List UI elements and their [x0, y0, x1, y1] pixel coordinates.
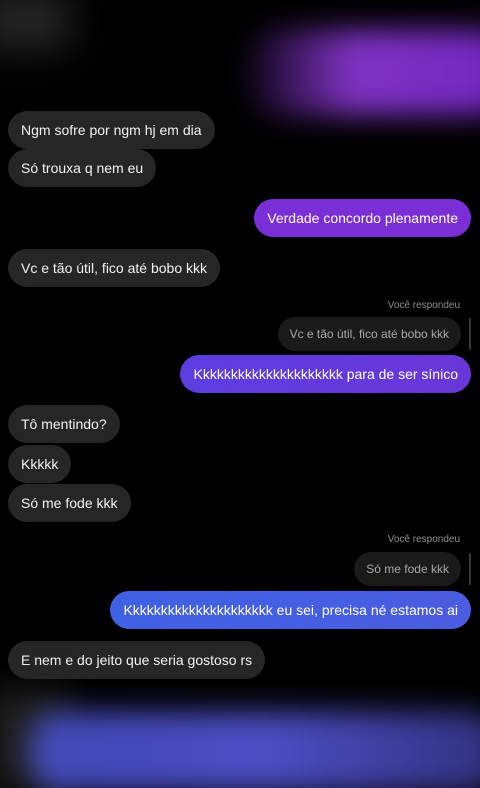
- message-incoming[interactable]: Tô mentindo?: [8, 405, 120, 443]
- message-outgoing[interactable]: Verdade concordo plenamente: [254, 199, 471, 237]
- reply-indicator: Você respondeu: [387, 534, 460, 545]
- blurred-region-top: [250, 30, 480, 115]
- reply-indicator: Você respondeu: [387, 300, 460, 311]
- quoted-message[interactable]: Só me fode kkk: [354, 552, 461, 586]
- quoted-message[interactable]: Vc e tão útil, fico até bobo kkk: [277, 317, 461, 351]
- chat-screen: Ngm sofre por ngm hj em dia Só trouxa q …: [0, 0, 480, 788]
- blurred-region-top-left: [0, 0, 70, 50]
- message-incoming[interactable]: Kkkkk: [8, 445, 72, 483]
- message-incoming[interactable]: Vc e tão útil, fico até bobo kkk: [8, 249, 220, 287]
- blurred-region-bottom: [30, 712, 480, 788]
- quote-bar: [469, 553, 471, 585]
- quote-bar: [469, 318, 471, 350]
- message-incoming[interactable]: Só trouxa q nem eu: [8, 149, 157, 187]
- message-incoming[interactable]: E nem e do jeito que seria gostoso rs: [8, 641, 266, 679]
- message-outgoing[interactable]: Kkkkkkkkkkkkkkkkkkkkk eu sei, precisa né…: [110, 591, 471, 629]
- message-incoming[interactable]: Só me fode kkk: [8, 484, 131, 522]
- message-outgoing[interactable]: Kkkkkkkkkkkkkkkkkkkkk para de ser sínico: [180, 355, 471, 393]
- message-incoming[interactable]: Ngm sofre por ngm hj em dia: [8, 111, 215, 149]
